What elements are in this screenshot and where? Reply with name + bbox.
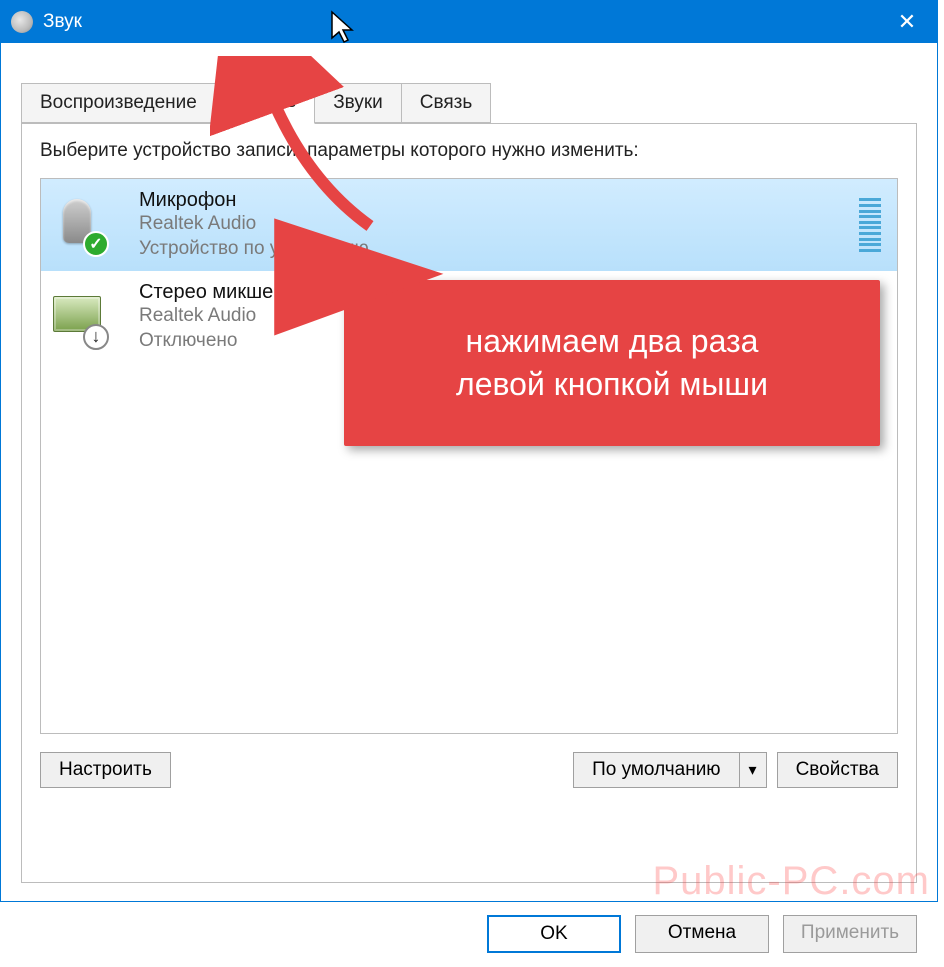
- panel-button-row: Настроить По умолчанию ▾ Свойства: [40, 752, 898, 788]
- tab-playback[interactable]: Воспроизведение: [21, 83, 216, 123]
- sound-dialog-window: Звук ✕ Воспроизведение Запись Звуки Связ…: [0, 0, 938, 902]
- tab-sounds[interactable]: Звуки: [314, 83, 402, 123]
- annotation-callout: нажимаем два раза левой кнопкой мыши: [344, 280, 880, 446]
- disabled-badge-icon: [83, 324, 109, 350]
- tab-panel-recording: Выберите устройство записи, параметры ко…: [21, 123, 917, 883]
- tab-recording[interactable]: Запись: [215, 82, 315, 124]
- dialog-button-row: OK Отмена Применить: [1, 901, 937, 967]
- chevron-down-icon: ▾: [749, 760, 757, 780]
- level-meter: [859, 196, 881, 254]
- configure-button[interactable]: Настроить: [40, 752, 171, 788]
- tabstrip: Воспроизведение Запись Звуки Связь: [21, 81, 917, 123]
- callout-line-2: левой кнопкой мыши: [380, 363, 844, 406]
- cancel-button[interactable]: Отмена: [635, 915, 769, 953]
- device-row-microphone[interactable]: ✓ Микрофон Realtek Audio Устройство по у…: [41, 179, 897, 271]
- dialog-content: Воспроизведение Запись Звуки Связь Выбер…: [1, 43, 937, 901]
- device-icon-wrap: [53, 290, 117, 346]
- instruction-text: Выберите устройство записи, параметры ко…: [40, 140, 898, 162]
- apply-button[interactable]: Применить: [783, 915, 917, 953]
- titlebar[interactable]: Звук ✕: [1, 1, 937, 43]
- close-icon: ✕: [898, 9, 916, 35]
- speaker-icon: [11, 11, 33, 33]
- device-name: Микрофон: [139, 189, 859, 212]
- ok-button[interactable]: OK: [487, 915, 621, 953]
- set-default-split-button[interactable]: По умолчанию ▾: [573, 752, 767, 788]
- device-icon-wrap: ✓: [53, 197, 117, 253]
- tab-communications[interactable]: Связь: [401, 83, 492, 123]
- close-button[interactable]: ✕: [877, 1, 937, 43]
- window-title: Звук: [43, 11, 82, 33]
- set-default-dropdown[interactable]: ▾: [739, 752, 767, 788]
- callout-line-1: нажимаем два раза: [380, 320, 844, 363]
- device-list[interactable]: ✓ Микрофон Realtek Audio Устройство по у…: [40, 178, 898, 734]
- default-badge-icon: ✓: [83, 231, 109, 257]
- properties-button[interactable]: Свойства: [777, 752, 898, 788]
- set-default-button[interactable]: По умолчанию: [573, 752, 739, 788]
